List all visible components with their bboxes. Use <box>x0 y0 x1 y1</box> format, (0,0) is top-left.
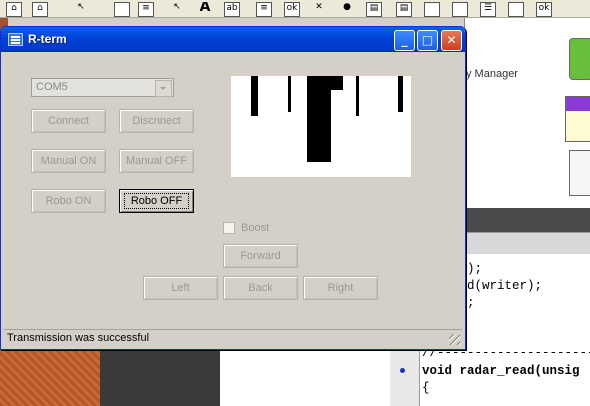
form-icon[interactable] <box>569 150 590 196</box>
window-client: COM5 Connect Discnnect Manual ON Manual … <box>4 52 462 347</box>
radar-display <box>231 76 411 177</box>
robo-off-button[interactable]: Robo OFF <box>119 189 194 213</box>
combo-tool-icon[interactable]: ▤ <box>396 2 412 17</box>
manual-on-button[interactable]: Manual ON <box>31 149 106 173</box>
right-button[interactable]: Right <box>303 276 378 300</box>
robo-off-label: Robo OFF <box>130 195 183 207</box>
boost-label: Boost <box>241 222 270 234</box>
background-dark-panel <box>100 346 220 406</box>
text-tool-icon[interactable]: A <box>198 2 212 15</box>
background-grey-bar <box>464 232 590 254</box>
radar-bar <box>398 76 403 112</box>
port-select[interactable]: COM5 <box>31 78 174 97</box>
pointer-tool-icon[interactable]: ↖ <box>74 2 88 15</box>
background-dark-bar <box>464 208 590 232</box>
code-line: void radar_read(unsig <box>422 364 580 378</box>
radar-bar <box>251 76 258 116</box>
port-select-value: COM5 <box>36 81 68 93</box>
list-tool-icon[interactable]: ☰ <box>480 2 496 17</box>
back-button[interactable]: Back <box>223 276 298 300</box>
component-palette <box>464 18 590 208</box>
listbox-tool-icon[interactable]: ≡ <box>256 2 272 17</box>
boost-checkbox[interactable] <box>223 222 235 234</box>
radar-bar <box>288 76 291 112</box>
select-tool-icon[interactable]: ↖ <box>170 2 184 15</box>
left-button[interactable]: Left <box>143 276 218 300</box>
grid-tool-icon[interactable] <box>508 2 524 17</box>
breakpoint-marker <box>400 368 405 373</box>
robo-on-button[interactable]: Robo ON <box>31 189 106 213</box>
checkbox-tool-icon[interactable]: ✕ <box>312 2 326 15</box>
radio-tool-icon[interactable]: ● <box>340 2 354 15</box>
maximize-button[interactable]: □ <box>417 30 438 51</box>
close-button[interactable]: ✕ <box>441 30 462 51</box>
radar-bar <box>356 76 359 116</box>
minimize-button[interactable]: _ <box>394 30 415 51</box>
desktop-wallpaper <box>0 346 100 406</box>
window-title: R-term <box>28 32 67 46</box>
group-tool-icon[interactable]: ▤ <box>366 2 382 17</box>
panel-tool-icon[interactable] <box>452 2 468 17</box>
resize-grip-icon[interactable] <box>449 334 460 345</box>
lock-icon[interactable]: ⌂ <box>6 2 22 17</box>
manual-off-button[interactable]: Manual OFF <box>119 149 194 173</box>
label-tool-icon[interactable]: ≡ <box>138 2 154 17</box>
unlock-icon[interactable]: ⌂ <box>32 2 48 17</box>
app-icon[interactable] <box>8 33 23 46</box>
ok-button-tool-icon[interactable]: ok <box>536 2 552 17</box>
scroll-tool-icon[interactable] <box>424 2 440 17</box>
status-bar: Transmission was successful <box>4 329 462 347</box>
title-bar[interactable]: R-term _ □ ✕ <box>1 27 465 52</box>
chevron-down-icon[interactable] <box>155 80 172 97</box>
frame-tool-icon[interactable] <box>114 2 130 17</box>
connect-button[interactable]: Connect <box>31 109 106 133</box>
manager-label: y Manager <box>466 68 518 80</box>
forward-button[interactable]: Forward <box>223 244 298 268</box>
radar-bar <box>307 76 331 162</box>
editor-gutter <box>390 346 420 406</box>
status-text: Transmission was successful <box>7 332 150 344</box>
background-form-area <box>220 346 390 406</box>
textbox-tool-icon[interactable]: ab <box>224 2 240 17</box>
rterm-window: R-term _ □ ✕ COM5 Connect Discnnect Manu… <box>0 26 466 350</box>
disconnect-button[interactable]: Discnnect <box>119 109 194 133</box>
radar-bar <box>331 76 343 90</box>
background-toolbar: ⌂ ⌂ ↖ ≡ ↖ A ab ≡ ok ✕ ● ▤ ▤ ☰ ok <box>0 0 590 18</box>
class-icon[interactable] <box>565 96 590 142</box>
button-tool-icon[interactable]: ok <box>284 2 300 17</box>
code-line: { <box>422 381 430 395</box>
